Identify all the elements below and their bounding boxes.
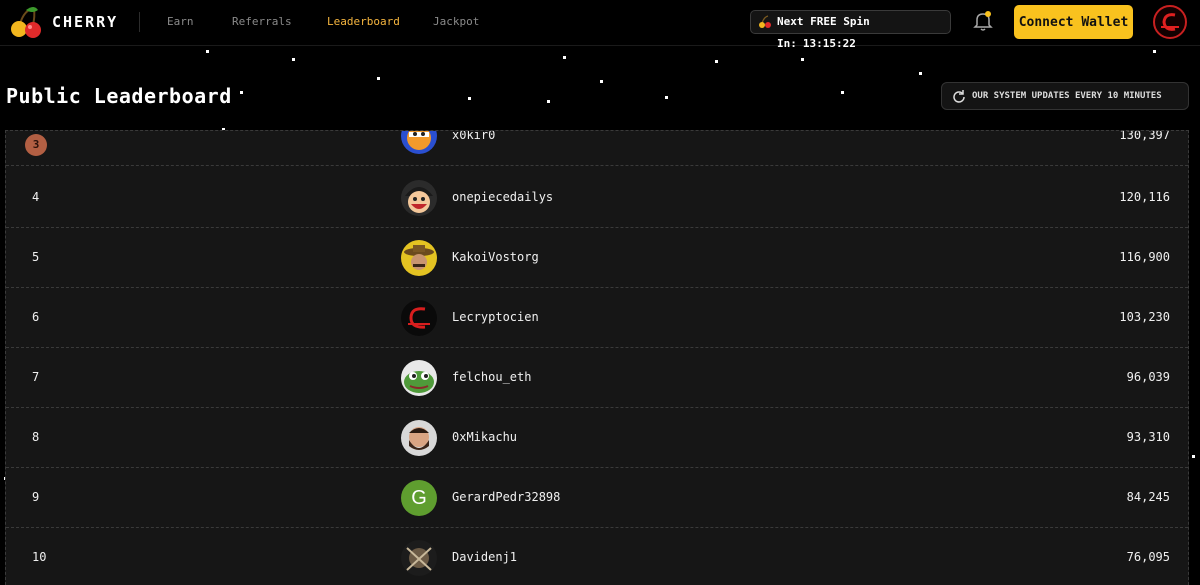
score: 103,230 — [1119, 310, 1170, 324]
username: onepiecedailys — [452, 190, 554, 204]
rank: 7 — [32, 370, 40, 384]
leaderboard-row[interactable]: 6 Lecryptocien 103,230 — [6, 288, 1188, 348]
username: 0xMikachu — [452, 430, 518, 444]
update-notice-badge: OUR SYSTEM UPDATES EVERY 10 MINUTES — [941, 82, 1189, 110]
rank-badge-bronze: 3 — [25, 134, 47, 156]
score: 76,095 — [1126, 550, 1170, 564]
connect-wallet-button[interactable]: Connect Wallet — [1014, 5, 1133, 39]
update-notice-text: OUR SYSTEM UPDATES EVERY 10 MINUTES — [972, 91, 1162, 101]
nav-earn[interactable]: Earn — [167, 15, 194, 28]
brand-name: CHERRY — [52, 13, 119, 31]
score: 130,397 — [1119, 130, 1170, 142]
leaderboard-row[interactable]: 8 0xMikachu 93,310 — [6, 408, 1188, 468]
username: GerardPedr32898 — [452, 490, 561, 504]
notification-bell-icon[interactable] — [972, 10, 994, 32]
username: felchou_eth — [452, 370, 532, 384]
sombrero-avatar — [401, 240, 437, 276]
pepe-avatar — [401, 360, 437, 396]
score: 120,116 — [1119, 190, 1170, 204]
rank: 6 — [32, 310, 40, 324]
nav-jackpot[interactable]: Jackpot — [433, 15, 479, 28]
score: 96,039 — [1126, 370, 1170, 384]
orange-face-avatar — [401, 131, 437, 154]
nav-leaderboard[interactable]: Leaderboard — [327, 15, 400, 28]
leaderboard-row[interactable]: 7 felchou_eth 96,039 — [6, 348, 1188, 408]
leaderboard-row[interactable]: 4 onepiecedailys 120,116 — [6, 168, 1188, 228]
nav-divider — [139, 12, 140, 32]
score: 93,310 — [1126, 430, 1170, 444]
user-logo-icon — [1161, 13, 1179, 31]
top-navbar: CHERRY Earn Referrals Leaderboard Jackpo… — [0, 0, 1200, 50]
cherry-logo-icon[interactable] — [8, 4, 44, 40]
refresh-icon — [953, 90, 965, 103]
rank: 8 — [32, 430, 40, 444]
dark-art-avatar — [401, 540, 437, 576]
spin-countdown: 13:15:22 — [802, 37, 856, 50]
username: KakoiVostorg — [452, 250, 539, 264]
luffy-avatar — [401, 180, 437, 216]
username: Davidenj1 — [452, 550, 518, 564]
red-logo-avatar — [401, 300, 437, 336]
rank: 4 — [32, 190, 40, 204]
rank: 10 — [32, 550, 47, 564]
leaderboard-table: 3 x0kir0 130,397 4 onepiecedailys 120,11… — [5, 130, 1189, 585]
leaderboard-row[interactable]: 9 G GerardPedr32898 84,245 — [6, 468, 1188, 528]
bearded-man-avatar — [401, 420, 437, 456]
cherry-mini-icon — [759, 15, 771, 28]
page-title: Public Leaderboard — [6, 84, 232, 108]
user-avatar[interactable] — [1153, 5, 1187, 39]
rank: 5 — [32, 250, 40, 264]
free-spin-timer[interactable]: Next FREE Spin In: 13:15:22 — [750, 10, 951, 50]
leaderboard-row[interactable]: 3 x0kir0 130,397 — [6, 130, 1188, 166]
nav-referrals[interactable]: Referrals — [232, 15, 292, 28]
leaderboard-row[interactable]: 10 Davidenj1 76,095 — [6, 528, 1188, 585]
letter-g-avatar: G — [401, 480, 437, 516]
leaderboard-row[interactable]: 5 KakoiVostorg 116,900 — [6, 228, 1188, 288]
rank: 9 — [32, 490, 40, 504]
score: 116,900 — [1119, 250, 1170, 264]
score: 84,245 — [1126, 490, 1170, 504]
avatar-initial: G — [411, 487, 427, 509]
username: x0kir0 — [452, 130, 496, 142]
username: Lecryptocien — [452, 310, 539, 324]
